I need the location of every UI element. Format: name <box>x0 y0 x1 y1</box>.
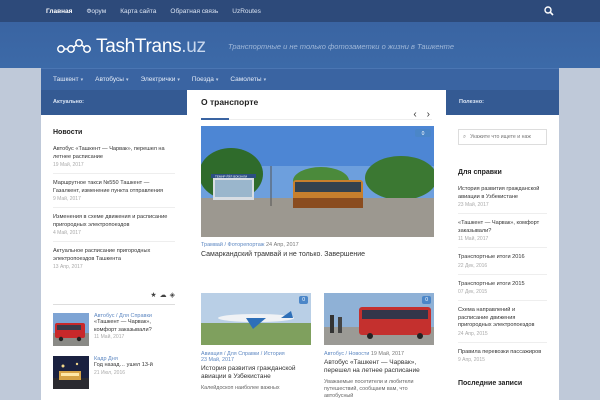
title-divider <box>201 118 432 120</box>
chevron-down-icon: ▾ <box>177 77 180 83</box>
top-navigation: Главная Форум Карта сайта Обратная связь… <box>0 0 600 22</box>
list-item[interactable]: «Ташкент — Чарвак», комфорт заказывали? … <box>458 214 547 248</box>
list-item[interactable]: Транспортные итоги 2016 22 Дек, 2016 <box>458 248 547 275</box>
news-list: Автобус «Ташкент — Чарвак», перешел на л… <box>53 140 175 275</box>
list-item[interactable]: Маршрутное такси №550 Ташкент — Газалкен… <box>53 174 175 208</box>
night-tram-thumbnail[interactable] <box>53 356 89 389</box>
topnav-forum[interactable]: Форум <box>86 8 106 15</box>
station-sign: ТЕМИР ЙЎЛ ВОКЗАЛИ <box>215 175 247 179</box>
search-field[interactable]: ⌕ <box>458 129 547 145</box>
chevron-down-icon: ▾ <box>125 77 129 83</box>
chevron-down-icon: ▾ <box>80 77 84 83</box>
search-icon[interactable] <box>544 6 554 16</box>
reference-heading: Для справки <box>458 169 502 176</box>
actual-label: Актуально: <box>53 99 84 105</box>
topnav-uzroutes[interactable]: UzRoutes <box>232 8 261 15</box>
airplane-image[interactable] <box>201 293 311 345</box>
chevron-down-icon: ▾ <box>215 77 219 83</box>
chevron-down-icon: ▾ <box>263 77 267 83</box>
post-card[interactable]: 0 Автобус / Новости 19 Май, 2017 Автобус… <box>324 293 434 400</box>
search-icon: ⌕ <box>463 133 467 140</box>
site-header: TashTrans.uz Транспортные и не только фо… <box>0 22 600 68</box>
feature-category[interactable]: Трамвай / Фоторепортаж <box>201 242 264 248</box>
list-item[interactable]: Схема направлений и расписание движения … <box>458 301 547 343</box>
feature-meta: Трамвай / Фоторепортаж 24 Апр, 2017 <box>201 242 299 248</box>
right-sidebar: ⌕ Для справки История развития гражданск… <box>446 115 559 400</box>
logo-text: TashTrans.uz <box>96 36 206 57</box>
network-logo-icon <box>57 39 91 53</box>
feature-title[interactable]: Самаркандский трамвай и не только. Завер… <box>201 251 365 258</box>
topnav-home[interactable]: Главная <box>46 8 72 15</box>
nav-item-tashkent[interactable]: Ташкент ▾ <box>53 76 83 83</box>
left-sidebar: Новости Автобус «Ташкент — Чарвак», пере… <box>41 115 187 400</box>
nav-item-buses[interactable]: Автобусы ▾ <box>95 76 128 83</box>
comment-count: 0 <box>422 131 425 137</box>
comment-badge: 0 <box>422 296 431 304</box>
post-card[interactable]: 0 Авиация / Для Справки / История 23 Май… <box>201 293 311 392</box>
list-item[interactable]: Автобус «Ташкент — Чарвак», перешел на л… <box>53 140 175 174</box>
featured-image-tram[interactable]: ТЕМИР ЙЎЛ ВОКЗАЛИ 0 <box>201 126 434 237</box>
main-navigation: Ташкент ▾ Автобусы ▾ Электрички ▾ Поезда ▾ С… <box>41 68 559 90</box>
comment-badge: 0 <box>299 296 308 304</box>
useful-label: Полезно: <box>459 99 484 105</box>
topnav-sitemap[interactable]: Карта сайта <box>120 8 156 15</box>
list-item[interactable]: Транспортные итоги 2015 07 Дек, 2015 <box>458 275 547 301</box>
list-item[interactable]: Правила перевозки пассажиров 9 Апр, 2015 <box>458 343 547 369</box>
news-heading: Новости <box>53 129 83 136</box>
recent-posts-heading: Последние записи <box>458 380 523 387</box>
list-item[interactable]: История развития гражданской авиации в У… <box>458 180 547 214</box>
star-icon[interactable]: ★ <box>150 291 156 299</box>
tags-icon[interactable]: ◈ <box>170 291 175 299</box>
bus-image[interactable] <box>324 293 434 345</box>
feature-date: 24 Апр, 2017 <box>265 242 299 248</box>
nav-item-trains[interactable]: Поезда ▾ <box>192 76 219 83</box>
widget-tabs: ★ ☁ ◈ <box>53 291 175 305</box>
topnav-feedback[interactable]: Обратная связь <box>170 8 218 15</box>
section-title: О транспорте <box>201 97 259 107</box>
bus-thumbnail[interactable] <box>53 313 89 346</box>
site-tagline: Транспортные и не только фотозаметки о ж… <box>228 42 455 51</box>
list-item[interactable]: Автобус / Для Справки «Ташкент — Чарвак»… <box>53 313 169 346</box>
list-item[interactable]: Изменения в схеме движения и расписание … <box>53 208 175 242</box>
list-item[interactable]: Актуальное расписание пригородных электр… <box>53 242 175 275</box>
site-logo[interactable]: TashTrans.uz <box>56 36 206 58</box>
nav-item-planes[interactable]: Самолеты ▾ <box>230 76 266 83</box>
main-content: О транспорте ‹ › ТЕМИР ЙЎЛ ВОКЗАЛИ 0 Тра… <box>187 90 446 400</box>
list-item[interactable]: Кадр Дня Год назад… ушел 13-й 21 Июл, 20… <box>53 356 169 389</box>
nav-item-trains-local[interactable]: Электрички ▾ <box>140 76 179 83</box>
search-input[interactable] <box>470 134 546 140</box>
comments-icon[interactable]: ☁ <box>160 291 167 299</box>
